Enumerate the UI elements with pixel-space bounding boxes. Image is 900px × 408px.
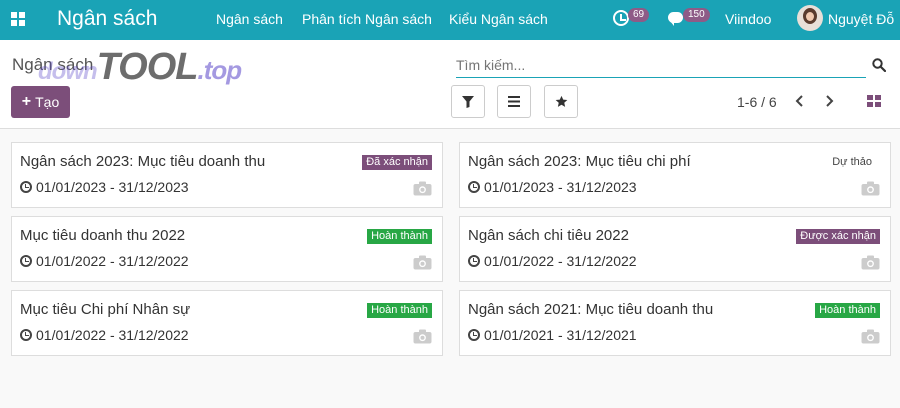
apps-menu-icon[interactable] (11, 12, 25, 26)
card-title: Mục tiêu Chi phí Nhân sự (20, 301, 191, 318)
plus-icon: + (21, 93, 32, 110)
menu-item-budget-type[interactable]: Kiểu Ngân sách (449, 11, 548, 27)
camera-icon (861, 329, 880, 344)
clock-icon (20, 255, 32, 267)
status-badge: Được xác nhận (796, 229, 880, 244)
card-date-range: 01/01/2021 - 31/12/2021 (468, 327, 637, 343)
camera-icon (861, 181, 880, 196)
list-icon (508, 96, 520, 107)
menu-item-budget[interactable]: Ngân sách (216, 11, 283, 27)
card-title: Ngân sách 2021: Mục tiêu doanh thu (468, 301, 714, 318)
favorites-button[interactable] (544, 85, 578, 118)
messages-chat-icon[interactable] (668, 12, 683, 26)
top-navbar: Ngân sách Ngân sách Phân tích Ngân sách … (0, 0, 900, 40)
create-button[interactable]: + Tạo (11, 86, 70, 118)
pager-value[interactable]: 1-6 / 6 (737, 94, 777, 110)
search-icon[interactable] (872, 58, 886, 72)
create-button-label: Tạo (35, 94, 60, 110)
watermark-logo: downTOOL.top (38, 46, 242, 88)
clock-icon (468, 255, 480, 267)
kanban-view-icon[interactable] (867, 95, 881, 107)
card-date-range: 01/01/2022 - 31/12/2022 (468, 253, 637, 269)
camera-icon (413, 329, 432, 344)
card-title: Ngân sách 2023: Mục tiêu chi phí (468, 153, 691, 170)
card-date-range: 01/01/2022 - 31/12/2022 (20, 327, 189, 343)
camera-icon (413, 181, 432, 196)
activity-count-badge: 69 (628, 8, 650, 22)
star-icon (555, 95, 567, 107)
pager-next-icon[interactable] (822, 94, 836, 108)
card-title: Ngân sách 2023: Mục tiêu doanh thu (20, 153, 266, 170)
control-panel: Ngân sách downTOOL.top + Tạo 1-6 / 6 (0, 40, 900, 129)
kanban-card[interactable]: Ngân sách chi tiêu 2022 Được xác nhận 01… (459, 216, 891, 282)
user-avatar[interactable] (797, 5, 823, 31)
status-badge: Hoàn thành (815, 303, 880, 318)
pager-previous-icon[interactable] (793, 94, 807, 108)
group-by-button[interactable] (497, 85, 531, 118)
status-badge: Dự thảo (832, 156, 872, 168)
kanban-card[interactable]: Ngân sách 2023: Mục tiêu chi phí Dự thảo… (459, 142, 891, 208)
card-title: Mục tiêu doanh thu 2022 (20, 227, 186, 244)
message-count-badge: 150 (683, 8, 710, 22)
clock-icon (20, 329, 32, 341)
kanban-card[interactable]: Mục tiêu Chi phí Nhân sự Hoàn thành 01/0… (11, 290, 443, 356)
card-date-range: 01/01/2023 - 31/12/2023 (20, 179, 189, 195)
filter-button[interactable] (451, 85, 485, 118)
status-badge: Hoàn thành (367, 303, 432, 318)
clock-icon (468, 329, 480, 341)
camera-icon (413, 255, 432, 270)
activity-clock-icon[interactable] (613, 10, 629, 26)
filter-icon (462, 95, 474, 108)
menu-item-budget-analysis[interactable]: Phân tích Ngân sách (302, 11, 432, 27)
app-brand[interactable]: Ngân sách (57, 7, 157, 31)
kanban-card[interactable]: Mục tiêu doanh thu 2022 Hoàn thành 01/01… (11, 216, 443, 282)
clock-icon (20, 181, 32, 193)
status-badge: Đã xác nhận (362, 155, 432, 170)
kanban-card[interactable]: Ngân sách 2023: Mục tiêu doanh thu Đã xá… (11, 142, 443, 208)
card-date-range: 01/01/2022 - 31/12/2022 (20, 253, 189, 269)
status-badge: Hoàn thành (367, 229, 432, 244)
search-input[interactable] (456, 52, 866, 77)
search-box (456, 52, 866, 78)
kanban-card[interactable]: Ngân sách 2021: Mục tiêu doanh thu Hoàn … (459, 290, 891, 356)
card-title: Ngân sách chi tiêu 2022 (468, 227, 629, 244)
camera-icon (861, 255, 880, 270)
company-switcher[interactable]: Viindoo (725, 11, 771, 27)
user-menu[interactable]: Nguyệt Đỗ (828, 11, 894, 27)
clock-icon (468, 181, 480, 193)
card-date-range: 01/01/2023 - 31/12/2023 (468, 179, 637, 195)
